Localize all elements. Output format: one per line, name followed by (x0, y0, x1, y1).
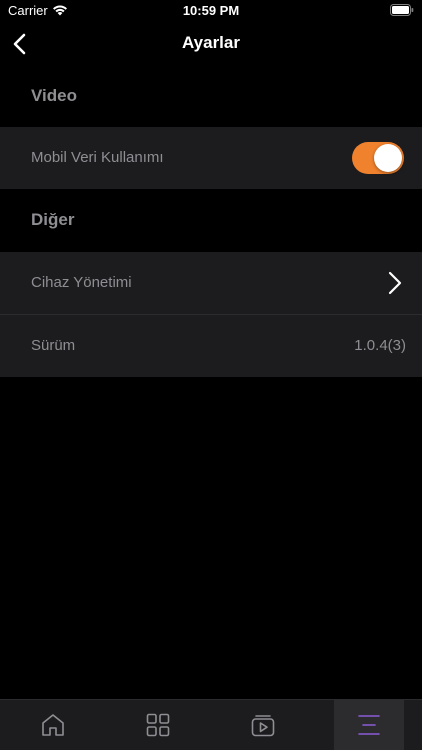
section-title-other: Diğer (31, 210, 75, 229)
section-header-other: Diğer (0, 190, 422, 250)
toggle-knob (374, 144, 402, 172)
tab-videos[interactable] (228, 700, 298, 750)
chevron-right-icon (388, 271, 402, 295)
device-management-row[interactable]: Cihaz Yönetimi (0, 252, 422, 314)
mobile-data-row: Mobil Veri Kullanımı (0, 127, 422, 189)
navigation-bar: Ayarlar (0, 22, 422, 66)
page-title: Ayarlar (182, 33, 240, 52)
device-management-label: Cihaz Yönetimi (31, 274, 132, 291)
battery-icon (390, 4, 414, 16)
menu-icon (358, 715, 380, 735)
mobile-data-toggle[interactable] (352, 142, 404, 174)
version-label: Sürüm (31, 337, 76, 354)
tab-menu[interactable] (334, 700, 404, 750)
grid-icon (146, 713, 170, 737)
video-library-icon (251, 715, 275, 737)
tab-bar (0, 699, 422, 750)
section-title-video: Video (31, 86, 77, 105)
home-icon (42, 714, 64, 736)
tab-home[interactable] (18, 700, 88, 750)
clock: 10:59 PM (182, 3, 240, 18)
version-value: 1.0.4(3) (354, 337, 406, 354)
mobile-data-label: Mobil Veri Kullanımı (31, 149, 164, 166)
tab-grid[interactable] (123, 700, 193, 750)
status-bar: Carrier 10:59 PM (0, 0, 422, 22)
section-header-video: Video (0, 66, 422, 126)
version-row: Sürüm 1.0.4(3) (0, 315, 422, 377)
